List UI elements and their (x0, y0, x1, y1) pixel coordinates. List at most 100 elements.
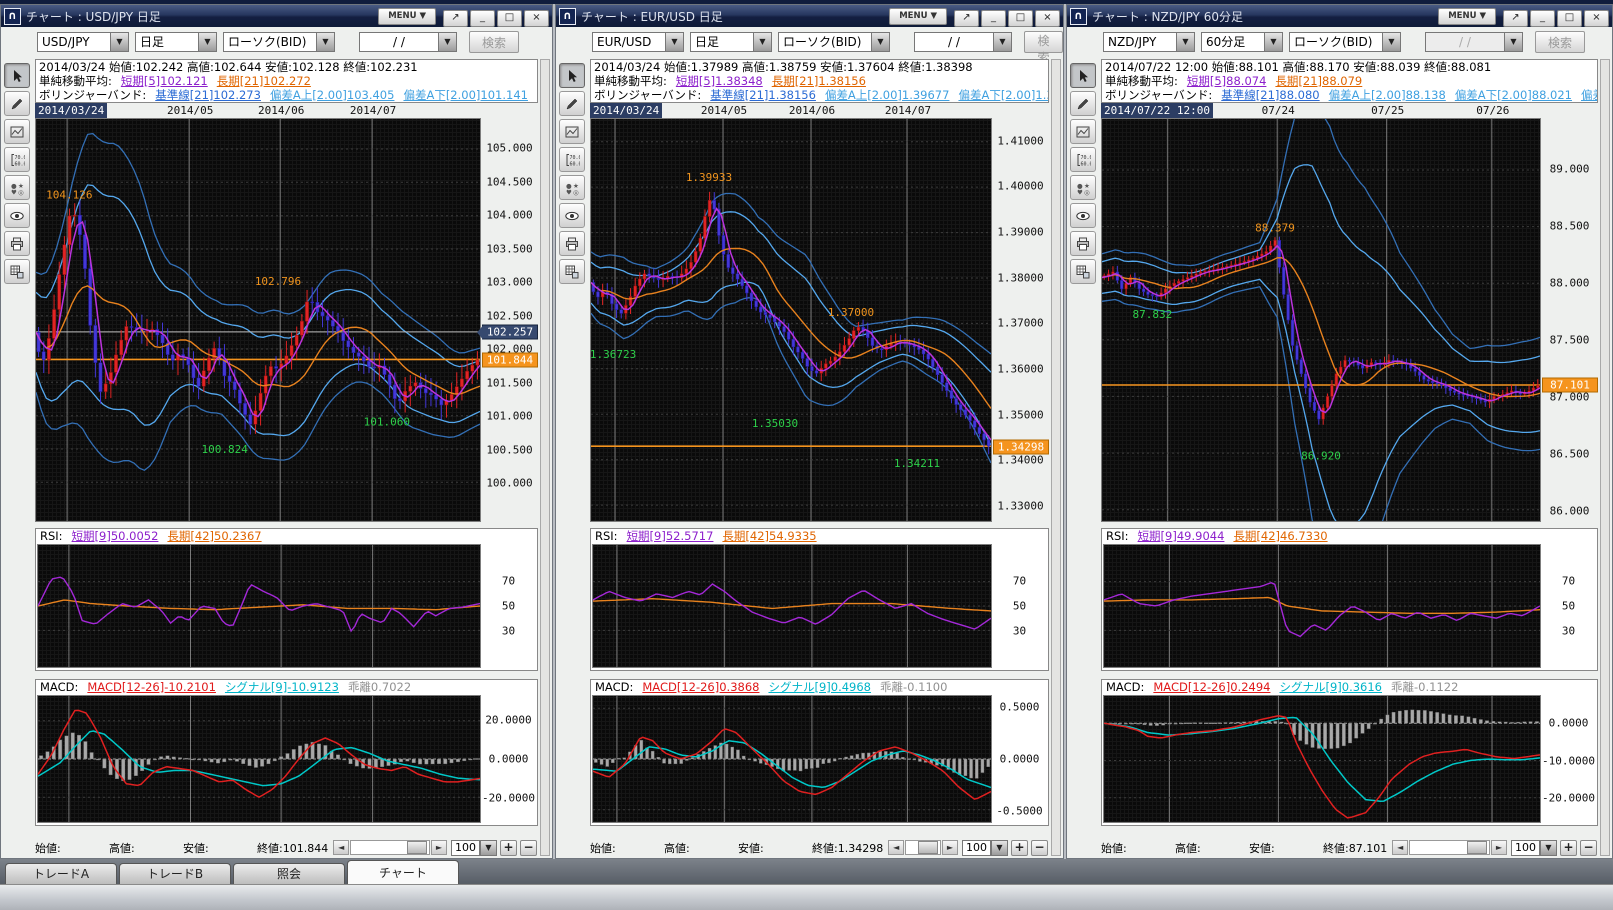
rsi-chart[interactable] (37, 544, 481, 668)
close-button[interactable]: × (1584, 10, 1609, 27)
zoom-out-button[interactable]: − (1580, 840, 1597, 856)
rsi-long-link[interactable]: 長期[42]50.2367 (167, 529, 261, 543)
scroll-right-button[interactable]: ► (431, 840, 447, 855)
chevron-down-icon[interactable]: ▼ (1504, 32, 1523, 52)
sma-short-link[interactable]: 短期[5]102.121 (121, 74, 208, 88)
bar-count-select[interactable]: 100▼ (1511, 840, 1557, 856)
draw-icon[interactable] (4, 91, 30, 116)
candlestick-chart[interactable]: 88.37987.83286.920 (1101, 118, 1541, 522)
cursor-icon[interactable] (559, 63, 585, 88)
scroll-right-button[interactable]: ► (1491, 840, 1507, 855)
rsi-chart[interactable] (1103, 544, 1541, 668)
tab-3[interactable]: 照会 (233, 863, 345, 884)
indicator-icon[interactable] (4, 119, 30, 144)
bb-devA-up-link[interactable]: 偏差A上[2.00]103.405 (270, 88, 395, 102)
bb-devA-up-link[interactable]: 偏差A上[2.00]88.138 (1329, 88, 1446, 102)
scrollbar-thumb[interactable] (1467, 841, 1487, 854)
date-select[interactable]: / /▼ (914, 32, 1012, 52)
print-icon[interactable] (559, 231, 585, 256)
chevron-down-icon[interactable]: ▼ (438, 32, 457, 52)
scroll-left-button[interactable]: ◄ (333, 840, 349, 855)
popout-button[interactable]: ↗ (1503, 10, 1528, 27)
macd-main-link[interactable]: MACD[12-26]0.2494 (1153, 680, 1270, 694)
menu-button[interactable]: MENU ▼ (1438, 8, 1496, 25)
scroll-right-button[interactable]: ► (942, 840, 958, 855)
save-grid-icon[interactable] (1070, 259, 1096, 284)
save-grid-icon[interactable] (559, 259, 585, 284)
tab-4[interactable]: チャート (347, 860, 459, 884)
bar-count-select[interactable]: 100▼ (451, 840, 497, 856)
rsi-short-link[interactable]: 短期[9]50.0052 (72, 529, 159, 543)
rsi-short-link[interactable]: 短期[9]52.5717 (627, 529, 714, 543)
pair-select[interactable]: EUR/USD▼ (592, 32, 684, 52)
sma-long-link[interactable]: 長期[21]88.079 (1275, 74, 1362, 88)
scrollbar-track[interactable] (905, 840, 941, 855)
chevron-down-icon[interactable]: ▼ (1540, 840, 1557, 856)
bb-center-link[interactable]: 基準線[21]88.080 (1221, 88, 1319, 102)
scale-icon[interactable]: 70.060.0 (559, 147, 585, 172)
bar-count-select[interactable]: 100▼ (962, 840, 1008, 856)
chevron-down-icon[interactable]: ▼ (993, 32, 1012, 52)
macd-chart[interactable] (37, 695, 481, 823)
candlestick-chart[interactable]: 1.399331.370001.367231.350301.34211 (590, 118, 992, 522)
bb-center-link[interactable]: 基準線[21]102.273 (155, 88, 261, 102)
bb-devA-up-link[interactable]: 偏差A上[2.00]1.39677 (825, 88, 950, 102)
macd-chart[interactable] (1103, 695, 1541, 823)
chart-style-select[interactable]: ローソク(BID)▼ (1289, 32, 1401, 52)
window-scrollbar[interactable] (1600, 59, 1610, 856)
bb-center-link[interactable]: 基準線[21]1.38156 (710, 88, 816, 102)
sma-short-link[interactable]: 短期[5]88.074 (1187, 74, 1267, 88)
save-grid-icon[interactable] (4, 259, 30, 284)
candlestick-chart[interactable]: 104.126102.796100.824101.060 (35, 118, 481, 522)
zoom-out-button[interactable]: − (1031, 840, 1048, 856)
zoom-out-button[interactable]: − (520, 840, 537, 856)
cursor-icon[interactable] (1070, 63, 1096, 88)
draw-icon[interactable] (559, 91, 585, 116)
zoom-in-button[interactable]: + (500, 840, 517, 856)
cursor-icon[interactable] (4, 63, 30, 88)
sma-short-link[interactable]: 短期[5]1.38348 (676, 74, 763, 88)
chevron-down-icon[interactable]: ▼ (480, 840, 497, 856)
chevron-down-icon[interactable]: ▼ (1176, 32, 1195, 52)
chevron-down-icon[interactable]: ▼ (110, 32, 129, 52)
timeframe-select[interactable]: 60分足▼ (1201, 32, 1283, 52)
scrollbar-thumb[interactable] (918, 841, 938, 854)
scroll-left-button[interactable]: ◄ (888, 840, 904, 855)
scrollbar-track[interactable] (1409, 840, 1490, 855)
chevron-down-icon[interactable]: ▼ (753, 32, 772, 52)
symbols-icon[interactable]: ●★♥◎ (4, 175, 30, 200)
bb-devA-down-link[interactable]: 偏差A下[2.00]101.141 (403, 88, 528, 102)
rsi-long-link[interactable]: 長期[42]46.7330 (1233, 529, 1327, 543)
close-button[interactable]: × (1035, 10, 1060, 27)
menu-button[interactable]: MENU ▼ (889, 8, 947, 25)
timeframe-select[interactable]: 日足▼ (690, 32, 772, 52)
chart-style-select[interactable]: ローソク(BID)▼ (223, 32, 335, 52)
rsi-short-link[interactable]: 短期[9]49.9044 (1138, 529, 1225, 543)
maximize-button[interactable]: □ (1557, 10, 1582, 27)
popout-button[interactable]: ↗ (443, 10, 468, 27)
macd-signal-link[interactable]: シグナル[9]-10.9123 (225, 680, 339, 694)
search-button[interactable]: 検索 (469, 31, 519, 53)
zoom-in-button[interactable]: + (1560, 840, 1577, 856)
window-scrollbar[interactable] (540, 59, 550, 856)
scale-icon[interactable]: 70.060.0 (1070, 147, 1096, 172)
menu-button[interactable]: MENU ▼ (378, 8, 436, 25)
close-button[interactable]: × (524, 10, 549, 27)
rsi-long-link[interactable]: 長期[42]54.9335 (722, 529, 816, 543)
macd-signal-link[interactable]: シグナル[9]0.3616 (1279, 680, 1382, 694)
popout-button[interactable]: ↗ (954, 10, 979, 27)
window-scrollbar[interactable] (1051, 59, 1061, 856)
chart-style-select[interactable]: ローソク(BID)▼ (778, 32, 890, 52)
scale-icon[interactable]: 70.060.0 (4, 147, 30, 172)
bb-devA-down-link[interactable]: 偏差A下[2.00]88.021 (1455, 88, 1572, 102)
search-button[interactable]: 検索 (1535, 31, 1585, 53)
chevron-down-icon[interactable]: ▼ (1382, 32, 1401, 52)
chevron-down-icon[interactable]: ▼ (316, 32, 335, 52)
symbols-icon[interactable]: ●★♥◎ (1070, 175, 1096, 200)
scrollbar-track[interactable] (350, 840, 430, 855)
scrollbar-thumb[interactable] (407, 841, 427, 854)
macd-main-link[interactable]: MACD[12-26]-10.2101 (87, 680, 216, 694)
chevron-down-icon[interactable]: ▼ (665, 32, 684, 52)
scroll-left-button[interactable]: ◄ (1392, 840, 1408, 855)
zoom-in-button[interactable]: + (1011, 840, 1028, 856)
